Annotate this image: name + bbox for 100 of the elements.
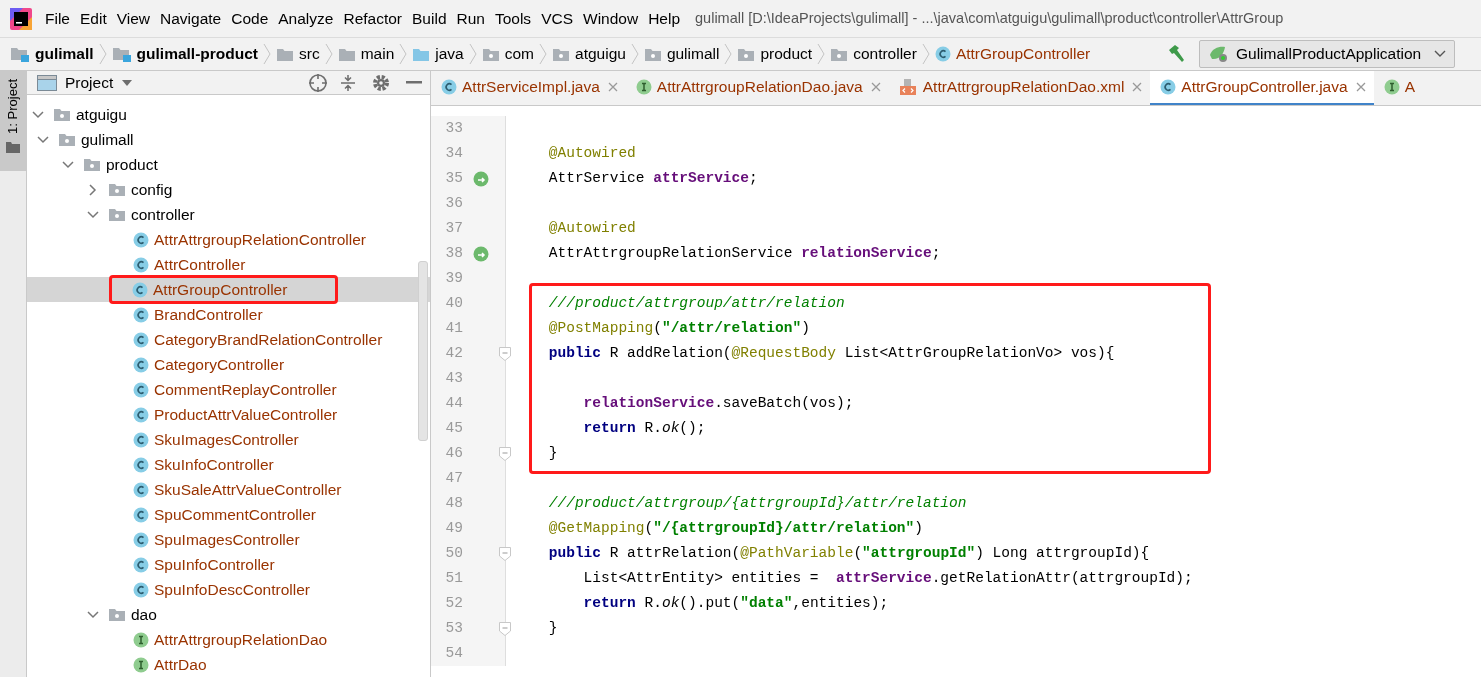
breadcrumb-item[interactable]: java <box>435 42 464 66</box>
tree-item-label[interactable]: AttrAttrgroupRelationController <box>154 228 366 252</box>
bean-icon <box>473 245 489 262</box>
breadcrumb-item[interactable]: gulimall <box>666 42 720 66</box>
line-number: 53 <box>444 618 463 638</box>
tree-item-label[interactable]: CategoryController <box>154 353 285 377</box>
breadcrumb-item[interactable]: AttrGroupController <box>955 42 1091 66</box>
tree-item-label[interactable]: SkuInfoController <box>154 453 274 477</box>
editor-tab[interactable]: A <box>1373 71 1423 105</box>
breadcrumb-item[interactable]: com <box>504 42 534 66</box>
breadcrumb-item[interactable]: src <box>299 42 320 66</box>
class-icon <box>133 456 149 473</box>
tree-item-label[interactable]: dao <box>131 603 157 627</box>
menu-item[interactable]: Tools <box>489 6 537 31</box>
package-folder-icon <box>108 607 126 623</box>
code-line: relationService.saveBatch(vos); <box>582 395 854 411</box>
editor-tab[interactable]: AttrServiceImpl.java <box>431 71 626 105</box>
breadcrumb-item[interactable]: gulimall <box>35 42 94 66</box>
breadcrumb-item[interactable]: main <box>360 42 395 66</box>
menu-item[interactable]: Code <box>226 6 274 31</box>
class-icon <box>133 356 149 373</box>
editor-tab[interactable]: AttrGroupController.java <box>1150 71 1374 105</box>
tree-item-label[interactable]: SpuImagesController <box>154 528 300 552</box>
tree-item-label[interactable]: SpuInfoController <box>154 553 275 577</box>
tree-item-label[interactable]: product <box>106 153 158 177</box>
breadcrumb-item[interactable]: product <box>760 42 813 66</box>
source-folder-icon <box>412 46 431 62</box>
tree-item-label[interactable]: atguigu <box>76 103 127 127</box>
line-number: 36 <box>444 193 463 213</box>
folder-icon <box>6 141 20 154</box>
chevron-icon <box>920 43 931 65</box>
class-icon <box>133 381 149 398</box>
line-number: 54 <box>444 643 463 663</box>
class-icon <box>441 79 457 95</box>
chevron-icon <box>398 43 409 65</box>
menu-item[interactable]: Help <box>643 6 686 31</box>
tree-item-label[interactable]: AttrGroupController <box>153 278 288 302</box>
tree-item-label[interactable]: gulimall <box>81 128 134 152</box>
class-icon <box>133 506 149 523</box>
tree-item-label[interactable]: ProductAttrValueController <box>154 403 338 427</box>
code-line: public R attrRelation(@PathVariable("attrgroupId") Long attrgroupId){ <box>547 545 1150 561</box>
class-icon <box>133 481 149 498</box>
tree-item-label[interactable]: SkuImagesController <box>154 428 299 452</box>
menu-item[interactable]: View <box>111 6 156 31</box>
package-folder-icon <box>53 107 71 123</box>
class-icon <box>132 281 148 298</box>
project-stripe-tab[interactable]: 1: Project <box>0 71 26 171</box>
caret-icon <box>121 78 134 87</box>
package-folder-icon <box>552 46 570 62</box>
menu-item[interactable]: Navigate <box>155 6 227 31</box>
menu-item[interactable]: Build <box>407 6 452 31</box>
class-icon <box>133 556 149 573</box>
tree-item-label[interactable]: BrandController <box>154 303 263 327</box>
run-configuration-dropdown[interactable]: GulimallProductApplication <box>1199 40 1455 68</box>
tree-item-label[interactable]: AttrAttrgroupRelationDao <box>154 628 328 652</box>
spring-boot-icon <box>1208 45 1230 63</box>
class-icon <box>133 306 149 323</box>
scrollbar[interactable] <box>418 261 428 441</box>
line-number: 47 <box>444 468 463 488</box>
tree-item-label[interactable]: SpuInfoDescController <box>154 578 310 602</box>
chevron-icon <box>97 43 108 65</box>
tree-item-label[interactable]: CategoryBrandRelationController <box>154 328 383 352</box>
editor-tab[interactable]: AttrAttrgroupRelationDao.java <box>625 71 889 105</box>
menu-item[interactable]: Analyze <box>273 6 339 31</box>
chevron-icon <box>816 43 827 65</box>
menu-item[interactable]: VCS <box>536 6 578 31</box>
xml-file-icon <box>898 78 917 96</box>
editor-tab[interactable]: AttrAttrgroupRelationDao.xml <box>888 71 1151 105</box>
menu-item[interactable]: Refactor <box>338 6 408 31</box>
code-line: @PostMapping("/attr/relation") <box>547 320 810 336</box>
code-line: return R.ok(); <box>582 420 706 436</box>
line-number: 42 <box>444 343 463 363</box>
tree-item-label[interactable]: AttrController <box>154 253 246 277</box>
package-folder-icon <box>737 46 756 62</box>
class-icon <box>133 581 149 598</box>
menu-item[interactable]: Run <box>451 6 490 31</box>
tree-item-label[interactable]: AttrDao <box>154 653 207 677</box>
tree-item-label[interactable]: SkuSaleAttrValueController <box>154 478 342 502</box>
close-icon <box>607 82 618 92</box>
breadcrumb-item[interactable]: controller <box>853 42 917 66</box>
menu-item[interactable]: File <box>40 6 75 31</box>
code-line: @GetMapping("/{attrgroupId}/attr/relation") <box>547 520 923 536</box>
class-icon <box>133 231 149 248</box>
chevron-icon <box>323 43 334 65</box>
tree-item-label[interactable]: controller <box>131 203 195 227</box>
menu-item[interactable]: Window <box>578 6 644 31</box>
breadcrumb-item[interactable]: atguigu <box>575 42 626 66</box>
class-icon <box>133 531 149 548</box>
breadcrumb-item[interactable]: gulimall-product <box>136 42 258 66</box>
line-number: 48 <box>444 493 463 513</box>
menu-item[interactable]: Edit <box>75 6 112 31</box>
line-number: 46 <box>444 443 463 463</box>
module-folder-icon <box>111 45 132 63</box>
package-folder-icon <box>643 46 662 62</box>
line-number: 34 <box>444 143 463 163</box>
tree-item-label[interactable]: SpuCommentController <box>154 503 316 527</box>
tree-item-label[interactable]: CommentReplayController <box>154 378 337 402</box>
selected-row[interactable]: AttrGroupController <box>27 277 430 303</box>
line-number: 43 <box>444 368 463 388</box>
tree-item-label[interactable]: config <box>131 178 173 202</box>
